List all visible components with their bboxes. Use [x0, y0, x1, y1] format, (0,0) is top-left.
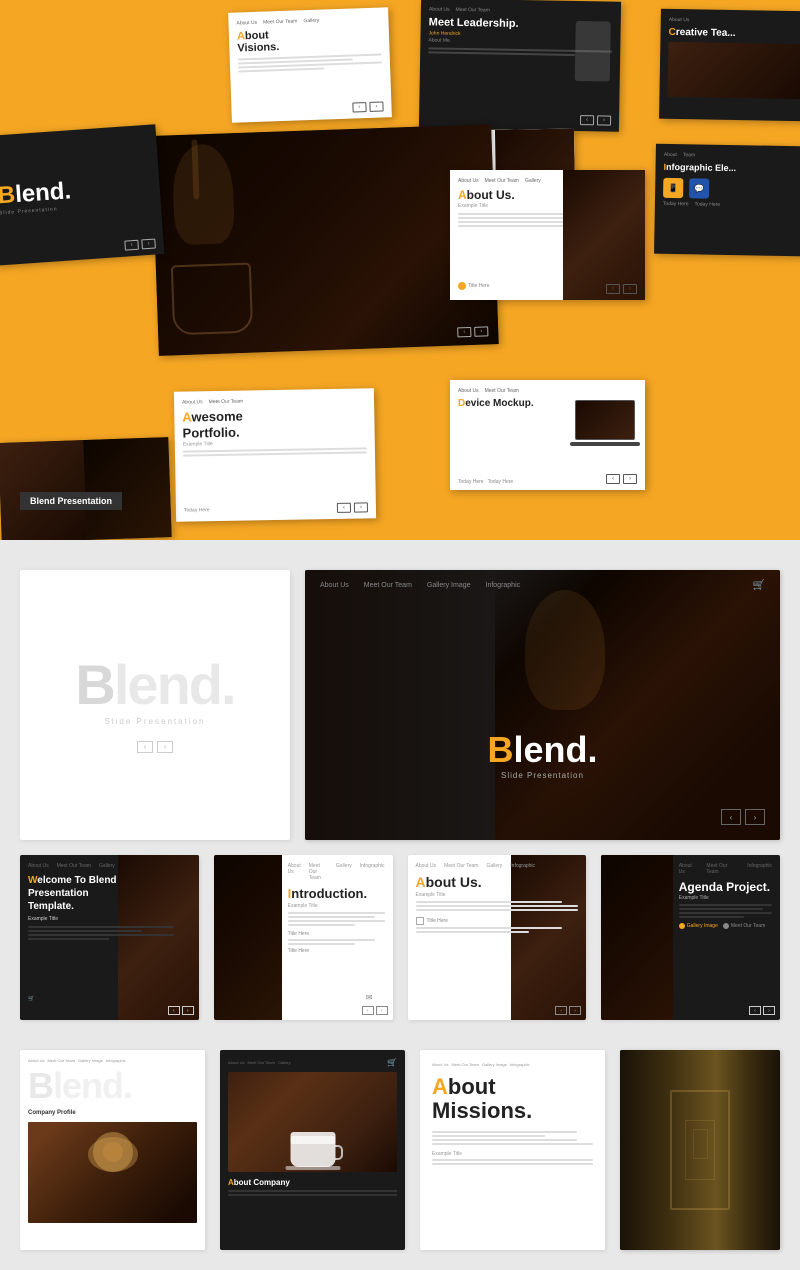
- main-cards-row: Blend. Slide Presentation ‹ › About Us M…: [20, 570, 780, 840]
- next-arrow[interactable]: ›: [474, 326, 488, 336]
- about-us-card[interactable]: About Us Meet Our Team Gallery Infograph…: [408, 855, 587, 1020]
- intro-title: Introduction.: [288, 886, 385, 902]
- welcome-dark-card[interactable]: About Us Meet Our Team Gallery Welcome T…: [20, 855, 199, 1020]
- device-mockup-card[interactable]: About Us Meet Our Team Device Mockup. To…: [450, 380, 645, 490]
- next-small[interactable]: ›: [182, 1006, 194, 1015]
- agenda-nav-arrows: ‹ ›: [749, 1006, 775, 1015]
- nav-meet-team[interactable]: Meet Our Team: [364, 582, 412, 589]
- card-overlay: [305, 570, 780, 840]
- slide-presentation-sub: Slide Presentation: [105, 717, 206, 726]
- infographic-card[interactable]: About Team Infographic Ele... 📱 💬 Today …: [654, 144, 800, 257]
- prev-arrow[interactable]: ‹: [580, 115, 594, 125]
- prev-small[interactable]: ‹: [168, 1006, 180, 1015]
- blend-brand-card[interactable]: Blend. Slide Presentation ‹ ›: [0, 124, 164, 266]
- next-small[interactable]: ›: [569, 1006, 581, 1015]
- meet-leadership-card[interactable]: About Us Meet Our Team Meet Leadership. …: [419, 0, 621, 132]
- welcome-example: Example Title: [28, 916, 191, 922]
- nav-gallery[interactable]: Gallery Image: [427, 582, 471, 589]
- about-card-nav: About Us Meet Our Team Gallery Infograph…: [416, 863, 579, 869]
- blend-hero-card[interactable]: About Us Meet Our Team Gallery Image Inf…: [305, 570, 780, 840]
- prev-small[interactable]: ‹: [555, 1006, 567, 1015]
- small-photos-card[interactable]: [0, 437, 172, 540]
- blend-hero-title: Blend. Slide Presentation: [487, 729, 597, 780]
- cart-icon[interactable]: 🛒: [753, 580, 765, 591]
- bottom-cards-row: About Us Meet Our Team Gallery Welcome T…: [20, 855, 780, 1020]
- portfolio-card[interactable]: About Us Meet Our Team AwesomePortfolio.…: [174, 388, 376, 521]
- next-arrow[interactable]: ›: [141, 239, 156, 250]
- bottom-cards-row: About UsMeet Our TeamGallery ImageInfogr…: [20, 1050, 780, 1250]
- about-us-right-card[interactable]: About Us Meet Our Team Gallery About Us.…: [450, 170, 645, 300]
- welcome-card-nav: About Us Meet Our Team Gallery: [28, 863, 191, 869]
- agenda-card[interactable]: About Us Meet Our Team Infographic Agend…: [601, 855, 780, 1020]
- company-profile-label: Company Profile: [28, 1110, 197, 1116]
- about-us-title: About Us.: [416, 874, 579, 891]
- prev-arrow[interactable]: ‹: [606, 474, 620, 484]
- coffee-cup-image: [228, 1072, 397, 1172]
- next-arrow-white[interactable]: ›: [157, 741, 173, 753]
- prev-arrow[interactable]: ‹: [352, 102, 366, 112]
- main-coffee-card[interactable]: ‹ ›: [151, 124, 498, 356]
- prev-arrow[interactable]: ‹: [606, 284, 620, 294]
- about-company-card[interactable]: About UsMeet Our TeamGallery 🛒 About Com…: [220, 1050, 405, 1250]
- cart-welcome: 🛒: [28, 996, 34, 1002]
- nav-infographic[interactable]: Infographic: [486, 582, 521, 589]
- hero-prev-arrow[interactable]: ‹: [721, 809, 741, 825]
- about-missions-title: AboutMissions.: [432, 1075, 593, 1123]
- bottom-section: About UsMeet Our TeamGallery ImageInfogr…: [0, 1050, 800, 1270]
- prev-arrow[interactable]: ‹: [337, 503, 351, 513]
- about-missions-card[interactable]: About UsMeet Our TeamGallery ImageInfogr…: [420, 1050, 605, 1250]
- nav-about-us[interactable]: About Us: [320, 582, 349, 589]
- latte-art-image: [28, 1122, 197, 1223]
- next-small[interactable]: ›: [376, 1006, 388, 1015]
- next-arrow[interactable]: ›: [369, 101, 383, 111]
- hero-next-arrow[interactable]: ›: [745, 809, 765, 825]
- top-collage-section: About Us Meet Our Team Gallery AboutVisi…: [0, 0, 800, 540]
- intro-nav: About Us Meet Our Team Gallery Infograph…: [288, 863, 385, 881]
- prev-arrow-white[interactable]: ‹: [137, 741, 153, 753]
- hero-nav-arrows: ‹ ›: [721, 809, 765, 825]
- agenda-card-nav: About Us Meet Our Team Infographic: [679, 863, 772, 875]
- next-small[interactable]: ›: [763, 1006, 775, 1015]
- about-visions-card[interactable]: About Us Meet Our Team Gallery AboutVisi…: [228, 7, 392, 123]
- prev-arrow[interactable]: ‹: [124, 240, 139, 251]
- welcome-card-title: Welcome To BlendPresentationTemplate.: [28, 874, 191, 913]
- cart-about: 🛒: [387, 1058, 397, 1067]
- creative-team-card[interactable]: About Us Creative Tea...: [659, 9, 800, 122]
- blend-logo-card[interactable]: Blend. Slide Presentation ‹ ›: [20, 570, 290, 840]
- blend-faded-text: Blend.: [28, 1068, 197, 1104]
- next-arrow[interactable]: ›: [597, 115, 611, 125]
- next-arrow[interactable]: ›: [623, 284, 637, 294]
- blend-sub-text: Slide Presentation: [487, 771, 597, 780]
- prev-small[interactable]: ‹: [749, 1006, 761, 1015]
- company-profile-card[interactable]: About UsMeet Our TeamGallery ImageInfogr…: [20, 1050, 205, 1250]
- introduction-card[interactable]: About Us Meet Our Team Gallery Infograph…: [214, 855, 393, 1020]
- intro-nav-arrows: ‹ ›: [362, 1006, 388, 1015]
- next-arrow[interactable]: ›: [623, 474, 637, 484]
- prev-arrow[interactable]: ‹: [457, 327, 471, 337]
- corridor-image: [620, 1050, 780, 1250]
- blend-large-text: Blend.: [75, 657, 234, 713]
- about-nav-arrows: ‹ ›: [555, 1006, 581, 1015]
- next-arrow[interactable]: ›: [354, 502, 368, 512]
- prev-small[interactable]: ‹: [362, 1006, 374, 1015]
- corridor-card[interactable]: [620, 1050, 780, 1250]
- card-nav-bar: About Us Meet Our Team Gallery Image Inf…: [320, 582, 520, 589]
- agenda-title: Agenda Project.: [679, 880, 772, 894]
- about-company-title: About Company: [228, 1178, 397, 1187]
- middle-section: Blend. Slide Presentation ‹ › About Us M…: [0, 540, 800, 1050]
- blend-presentation-label: Blend Presentation: [20, 492, 122, 510]
- welcome-nav-arrows: ‹ ›: [168, 1006, 194, 1015]
